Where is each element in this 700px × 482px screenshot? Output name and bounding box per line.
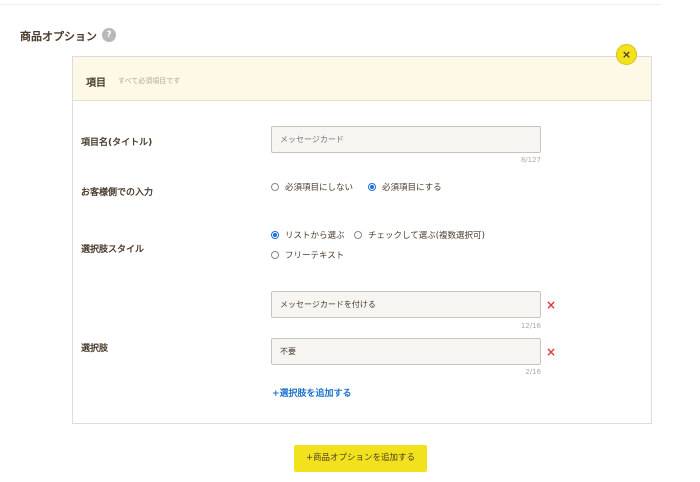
choices-label: 選択肢	[81, 344, 109, 354]
radio-list-select[interactable]: リストから選ぶ	[271, 229, 345, 241]
top-divider	[0, 4, 660, 5]
delete-icon[interactable]: ×	[545, 346, 557, 358]
add-choice-link[interactable]: +選択肢を追加する	[272, 386, 352, 399]
card-header-title: 項目	[86, 78, 106, 89]
radio-off-icon	[354, 231, 362, 239]
customer-input-label: お客様側での入力	[81, 188, 154, 198]
radio-required-label: 必須項目にする	[382, 183, 442, 193]
help-icon[interactable]: ?	[102, 28, 116, 42]
radio-list-select-label: リストから選ぶ	[285, 231, 345, 241]
radio-required[interactable]: 必須項目にする	[368, 181, 442, 193]
card-header: 項目 すべて必須項目です	[73, 57, 651, 101]
radio-free-text[interactable]: フリーテキスト	[271, 249, 344, 261]
radio-not-required[interactable]: 必須項目にしない	[271, 181, 353, 193]
radio-off-icon	[271, 251, 279, 259]
choice-style-label: 選択肢スタイル	[81, 245, 145, 255]
section-title: 商品オプション	[20, 30, 97, 43]
radio-on-icon	[368, 183, 376, 191]
radio-off-icon	[271, 183, 279, 191]
item-name-input[interactable]	[271, 126, 541, 153]
choice-input[interactable]: メッセージカードを付ける	[271, 291, 541, 318]
choice-counter: 12/16	[520, 322, 541, 330]
choice-counter: 2/16	[525, 368, 541, 376]
item-name-counter: 8/127	[520, 156, 541, 164]
add-option-button[interactable]: +商品オプションを追加する	[294, 445, 427, 472]
radio-checkbox-select-label: チェックして選ぶ(複数選択可)	[368, 231, 485, 241]
delete-icon[interactable]: ×	[545, 299, 557, 311]
close-icon[interactable]: ×	[616, 44, 637, 65]
item-name-label: 項目名(タイトル)	[81, 138, 153, 148]
radio-free-text-label: フリーテキスト	[285, 251, 345, 261]
card-header-note: すべて必須項目です	[118, 77, 181, 85]
radio-not-required-label: 必須項目にしない	[285, 183, 354, 193]
radio-on-icon	[271, 231, 279, 239]
choice-input[interactable]: 不要	[271, 338, 541, 365]
radio-checkbox-select[interactable]: チェックして選ぶ(複数選択可)	[354, 229, 485, 241]
